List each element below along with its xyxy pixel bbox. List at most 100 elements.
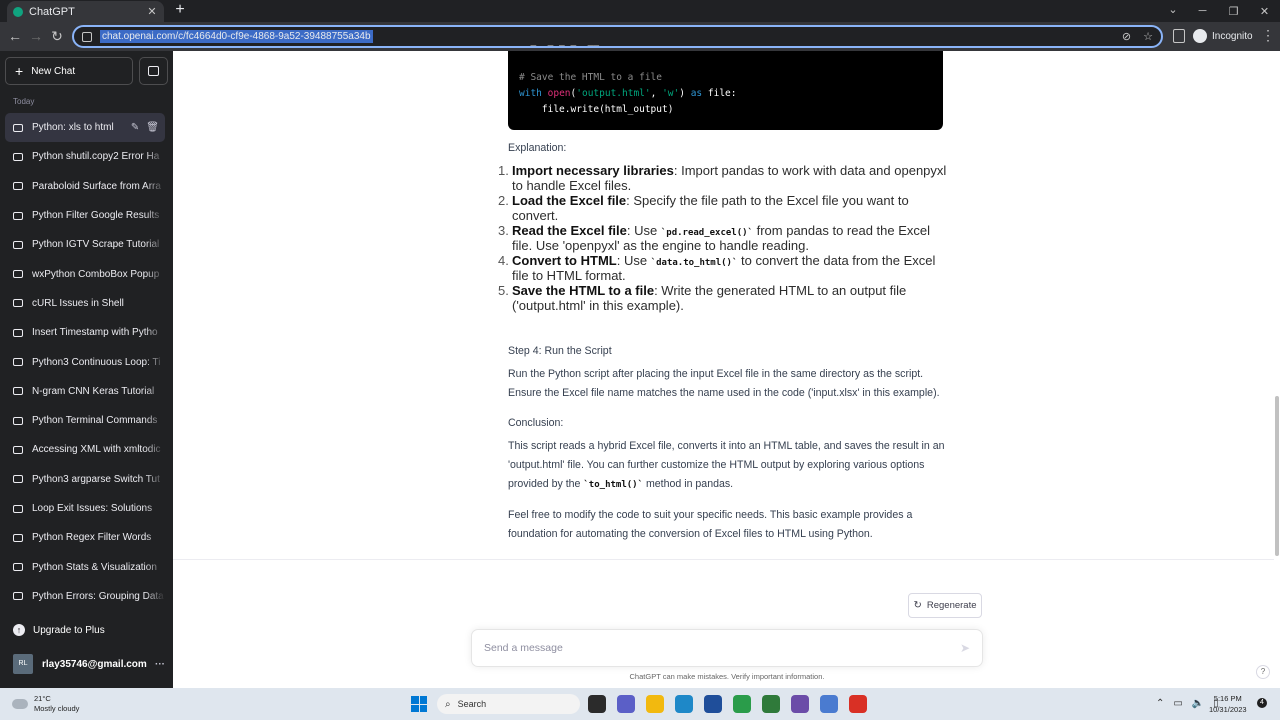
help-icon[interactable]: ? xyxy=(1256,665,1270,679)
teams-chat-icon[interactable] xyxy=(617,695,635,713)
minimize-icon[interactable]: ─ xyxy=(1187,0,1218,22)
network-icon[interactable]: ▭ xyxy=(1173,698,1182,709)
account-email: rlay35746@gmail.com xyxy=(42,658,147,670)
browser-menu-icon[interactable]: ⋮ xyxy=(1261,27,1275,44)
history-item[interactable]: Loop Exit Issues: Solutions xyxy=(5,494,165,523)
history-item[interactable]: Python Errors: Grouping Data xyxy=(5,582,165,611)
remote-desktop-icon[interactable] xyxy=(820,695,838,713)
history-item[interactable]: Python Stats & Visualization xyxy=(5,552,165,581)
code-line-write: file.write(html_output) xyxy=(519,104,674,115)
history-item[interactable]: Python Terminal Commands xyxy=(5,406,165,435)
history-item[interactable]: Accessing XML with xmltodic xyxy=(5,435,165,464)
history-item[interactable]: Insert Timestamp with Pytho xyxy=(5,318,165,347)
disclaimer-text: ChatGPT can make mistakes. Verify import… xyxy=(629,672,825,681)
new-chat-button[interactable]: + New Chat xyxy=(5,57,133,85)
forward-arrow-icon[interactable]: → xyxy=(27,27,45,45)
site-info-icon[interactable] xyxy=(82,31,92,42)
chrome-active-icon[interactable] xyxy=(849,695,867,713)
edge-browser-icon[interactable] xyxy=(675,695,693,713)
spreadsheet-app-icon[interactable] xyxy=(762,695,780,713)
tab-close-icon[interactable]: ✕ xyxy=(146,5,158,18)
more-options-icon[interactable]: ··· xyxy=(155,659,165,670)
history-item[interactable]: Python Filter Google Results xyxy=(5,201,165,230)
new-tab-button[interactable]: + xyxy=(172,2,188,18)
upgrade-to-plus-button[interactable]: ↑ Upgrade to Plus xyxy=(13,624,105,636)
history-item[interactable]: Python3 argparse Switch Tut xyxy=(5,465,165,494)
chat-bubble-icon xyxy=(13,416,23,425)
history-item-label: Python shutil.copy2 Error Ha xyxy=(32,151,160,163)
microsoft-store-icon[interactable] xyxy=(704,695,722,713)
scrollbar[interactable] xyxy=(1274,51,1280,688)
history-item-label: Python IGTV Scrape Tutorial xyxy=(32,239,160,251)
windows-taskbar: 21°C Mostly cloudy ⌕ Search ⌃ ▭ 🔈 ▯ 5:16… xyxy=(0,688,1280,720)
avatar: RL xyxy=(13,654,33,674)
browser-tab[interactable]: ChatGPT ✕ xyxy=(7,1,164,22)
chat-bubble-icon xyxy=(13,358,23,367)
incognito-icon xyxy=(1193,29,1207,43)
explanation-list: 1. Import necessary libraries: Import pan… xyxy=(498,163,948,313)
tray-chevron-icon[interactable]: ⌃ xyxy=(1156,698,1164,709)
chat-bubble-icon xyxy=(13,270,23,279)
history-item-label: Python Filter Google Results xyxy=(32,210,160,222)
chat-bubble-icon xyxy=(13,592,23,601)
chat-bubble-icon xyxy=(13,152,23,161)
incognito-eye-icon[interactable]: ⊘ xyxy=(1122,30,1131,43)
scroll-thumb[interactable] xyxy=(1275,396,1279,556)
delete-trash-icon[interactable]: 🗑 xyxy=(146,122,159,133)
taskbar-search-label: Search xyxy=(457,699,487,709)
tab-search-icon[interactable]: ⌄ xyxy=(1165,2,1181,18)
history-item[interactable]: Python IGTV Scrape Tutorial xyxy=(5,230,165,259)
closing-text: Feel free to modify the code to suit you… xyxy=(508,509,913,540)
account-menu[interactable]: RL rlay35746@gmail.com ··· xyxy=(13,654,165,674)
close-window-icon[interactable]: ✕ xyxy=(1249,0,1280,22)
chrome-icon[interactable] xyxy=(733,695,751,713)
history-item-active[interactable]: Python: xls to html ✎ 🗑 xyxy=(5,113,165,143)
restore-icon[interactable]: ❐ xyxy=(1218,0,1249,22)
reload-icon[interactable]: ↻ xyxy=(48,27,66,45)
plus-icon: + xyxy=(15,63,24,79)
message-composer[interactable]: ➤ xyxy=(471,629,983,667)
bookmark-star-icon[interactable]: ☆ xyxy=(1143,30,1153,43)
history-item[interactable]: wxPython ComboBox Popup xyxy=(5,259,165,288)
task-view-icon[interactable] xyxy=(588,695,606,713)
chat-bubble-icon xyxy=(13,211,23,220)
chat-bubble-icon xyxy=(13,182,23,191)
file-explorer-icon[interactable] xyxy=(646,695,664,713)
chat-bubble-icon xyxy=(13,445,23,454)
edit-pencil-icon[interactable]: ✎ xyxy=(131,122,139,133)
incognito-label: Incognito xyxy=(1212,30,1253,42)
history-item-label: Python3 argparse Switch Tut xyxy=(32,473,160,485)
back-arrow-icon[interactable]: ← xyxy=(6,27,24,45)
history-item-label: N-gram CNN Keras Tutorial xyxy=(32,385,155,397)
chatgpt-favicon-icon xyxy=(13,6,23,17)
url-text[interactable]: chat.openai.com/c/fc4664d0-cf9e-4868-9a5… xyxy=(100,30,373,43)
history-item[interactable]: Python Regex Filter Words xyxy=(5,523,165,552)
weather-widget[interactable]: 21°C Mostly cloudy xyxy=(12,694,79,714)
taskbar-search[interactable]: ⌕ Search xyxy=(437,694,580,714)
side-panel-icon[interactable] xyxy=(1173,29,1185,43)
history-item[interactable]: Paraboloid Surface from Arra xyxy=(5,172,165,201)
vpn-app-icon[interactable] xyxy=(791,695,809,713)
volume-icon[interactable]: 🔈 xyxy=(1192,698,1204,709)
history-item[interactable]: Python3 Continuous Loop: Ti xyxy=(5,347,165,376)
history-item[interactable]: N-gram CNN Keras Tutorial xyxy=(5,377,165,406)
window-controls: ─ ❐ ✕ xyxy=(1187,0,1280,22)
message-input[interactable] xyxy=(484,642,960,654)
regenerate-icon: ↻ xyxy=(913,600,922,611)
windows-start-icon[interactable] xyxy=(411,696,427,712)
address-bar[interactable]: chat.openai.com/c/fc4664d0-cf9e-4868-9a5… xyxy=(72,25,1163,48)
conversation-pane: ‾ ‾ ‾ ‾ ‾‾ # Save the HTML to a file wit… xyxy=(173,45,1280,688)
conclusion-heading: Conclusion: xyxy=(508,417,564,429)
clock[interactable]: 5:16 PM 10/31/2023 xyxy=(1209,693,1247,715)
composer-area: ↻ Regenerate ➤ ChatGPT can make mistakes… xyxy=(173,559,1274,688)
history-item[interactable]: cURL Issues in Shell xyxy=(5,289,165,318)
weather-desc: Mostly cloudy xyxy=(34,704,80,713)
chat-bubble-icon xyxy=(13,387,23,396)
incognito-indicator[interactable]: Incognito xyxy=(1193,29,1253,43)
regenerate-button[interactable]: ↻ Regenerate xyxy=(908,593,982,618)
toggle-sidebar-button[interactable] xyxy=(139,57,168,85)
code-block: ‾ ‾ ‾ ‾ ‾‾ # Save the HTML to a file wit… xyxy=(508,45,943,130)
history-item[interactable]: Python shutil.copy2 Error Ha xyxy=(5,142,165,171)
notification-badge[interactable]: 4 xyxy=(1257,698,1267,708)
send-icon[interactable]: ➤ xyxy=(960,641,970,655)
